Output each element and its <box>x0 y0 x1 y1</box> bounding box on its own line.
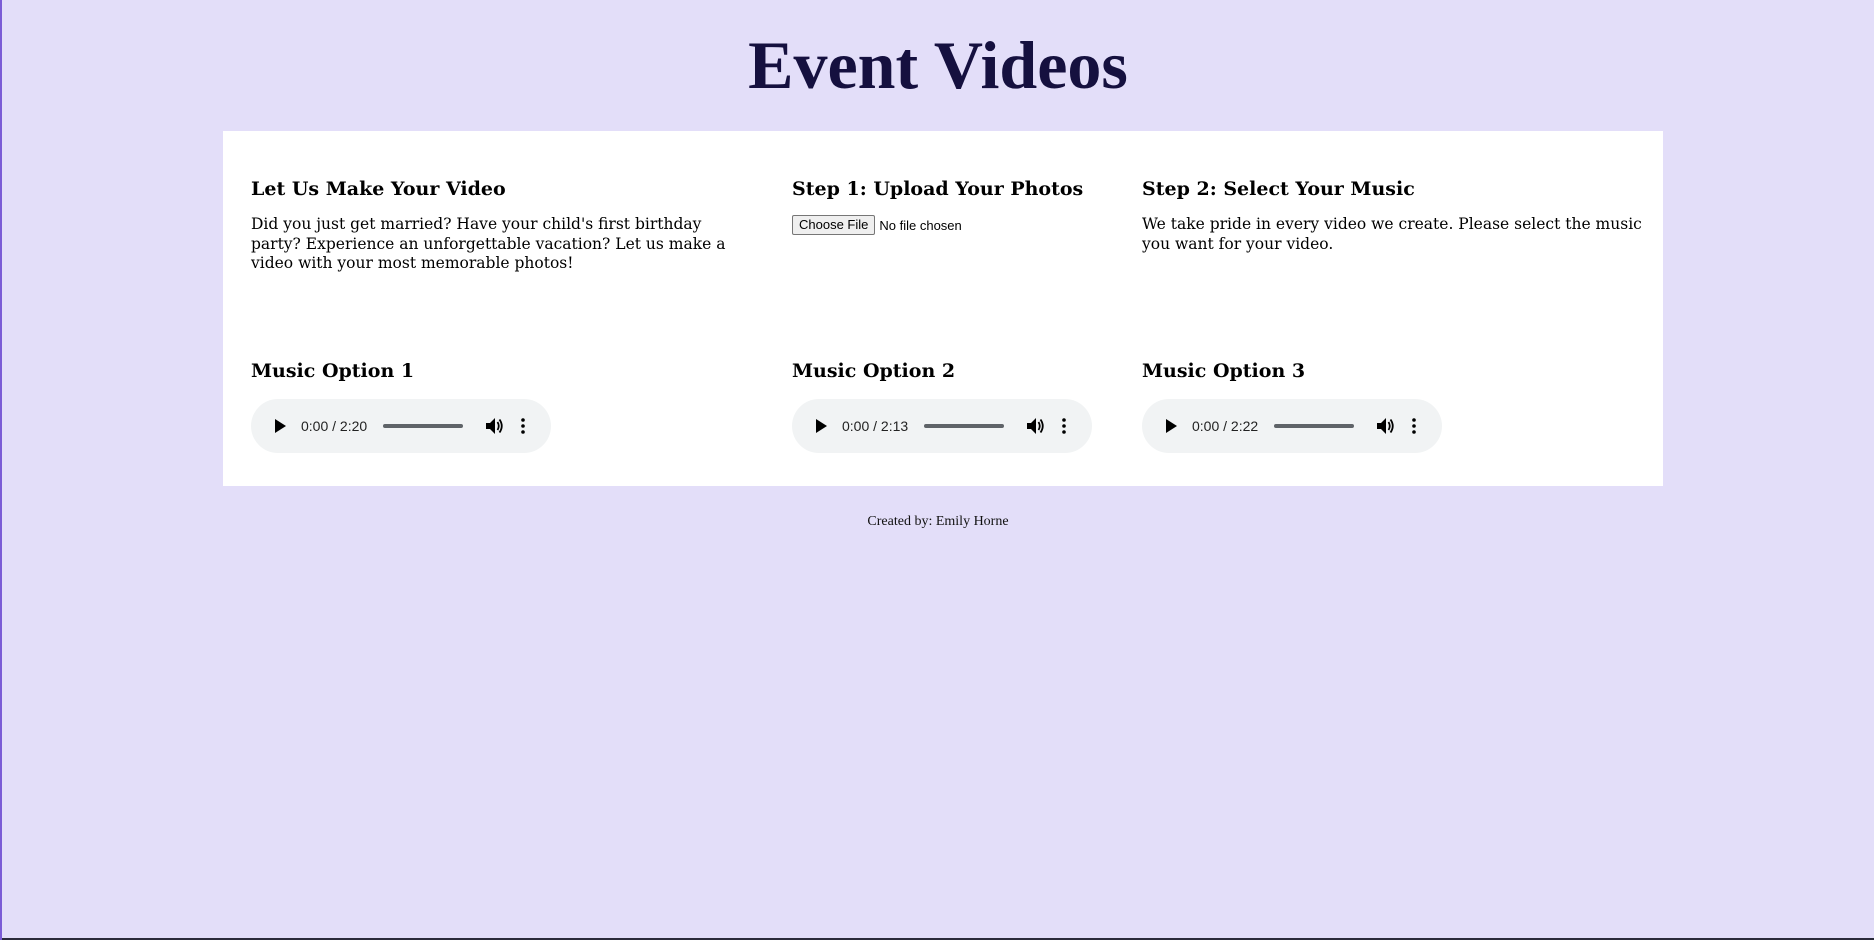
audio-time: 0:00 / 2:13 <box>842 418 909 434</box>
music-option-heading: Music Option 1 <box>251 360 415 382</box>
volume-icon[interactable] <box>1026 416 1046 436</box>
play-icon[interactable] <box>812 417 830 435</box>
file-status: No file chosen <box>879 217 962 233</box>
music-option-1: Music Option 1 0:00 / 2:20 <box>251 359 751 453</box>
play-icon[interactable] <box>1162 417 1180 435</box>
audio-player: 0:00 / 2:22 <box>1142 399 1442 453</box>
music-option-3: Music Option 3 0:00 / 2:22 <box>1142 359 1642 453</box>
music-text: We take pride in every video we create. … <box>1142 215 1642 253</box>
choose-file-button[interactable]: Choose File <box>792 215 876 235</box>
content-panel: Let Us Make Your Video Did you just get … <box>223 131 1663 486</box>
play-icon[interactable] <box>271 417 289 435</box>
audio-time: 0:00 / 2:20 <box>301 418 368 434</box>
upload-section: Step 1: Upload Your Photos Choose File N… <box>792 177 1112 235</box>
intro-heading: Let Us Make Your Video <box>251 178 506 200</box>
intro-section: Let Us Make Your Video Did you just get … <box>251 177 751 274</box>
audio-progress[interactable] <box>383 424 464 428</box>
file-input: Choose File No file chosen <box>792 215 1112 235</box>
music-option-heading: Music Option 2 <box>792 360 956 382</box>
music-option-heading: Music Option 3 <box>1142 360 1306 382</box>
audio-time: 0:00 / 2:22 <box>1192 418 1259 434</box>
music-section: Step 2: Select Your Music We take pride … <box>1142 177 1642 254</box>
footer-credit: Created by: Emily Horne <box>867 514 1009 529</box>
page-title: Event Videos <box>748 27 1128 103</box>
intro-text: Did you just get married? Have your chil… <box>251 215 726 272</box>
volume-icon[interactable] <box>1376 416 1396 436</box>
audio-player: 0:00 / 2:20 <box>251 399 551 453</box>
volume-icon[interactable] <box>485 416 505 436</box>
music-option-2: Music Option 2 0:00 / 2:13 <box>792 359 1112 453</box>
audio-player: 0:00 / 2:13 <box>792 399 1092 453</box>
upload-heading: Step 1: Upload Your Photos <box>792 178 1084 200</box>
more-vert-icon[interactable] <box>517 416 529 436</box>
audio-progress[interactable] <box>1274 424 1355 428</box>
more-vert-icon[interactable] <box>1408 416 1420 436</box>
music-heading: Step 2: Select Your Music <box>1142 178 1415 200</box>
more-vert-icon[interactable] <box>1058 416 1070 436</box>
audio-progress[interactable] <box>924 424 1005 428</box>
